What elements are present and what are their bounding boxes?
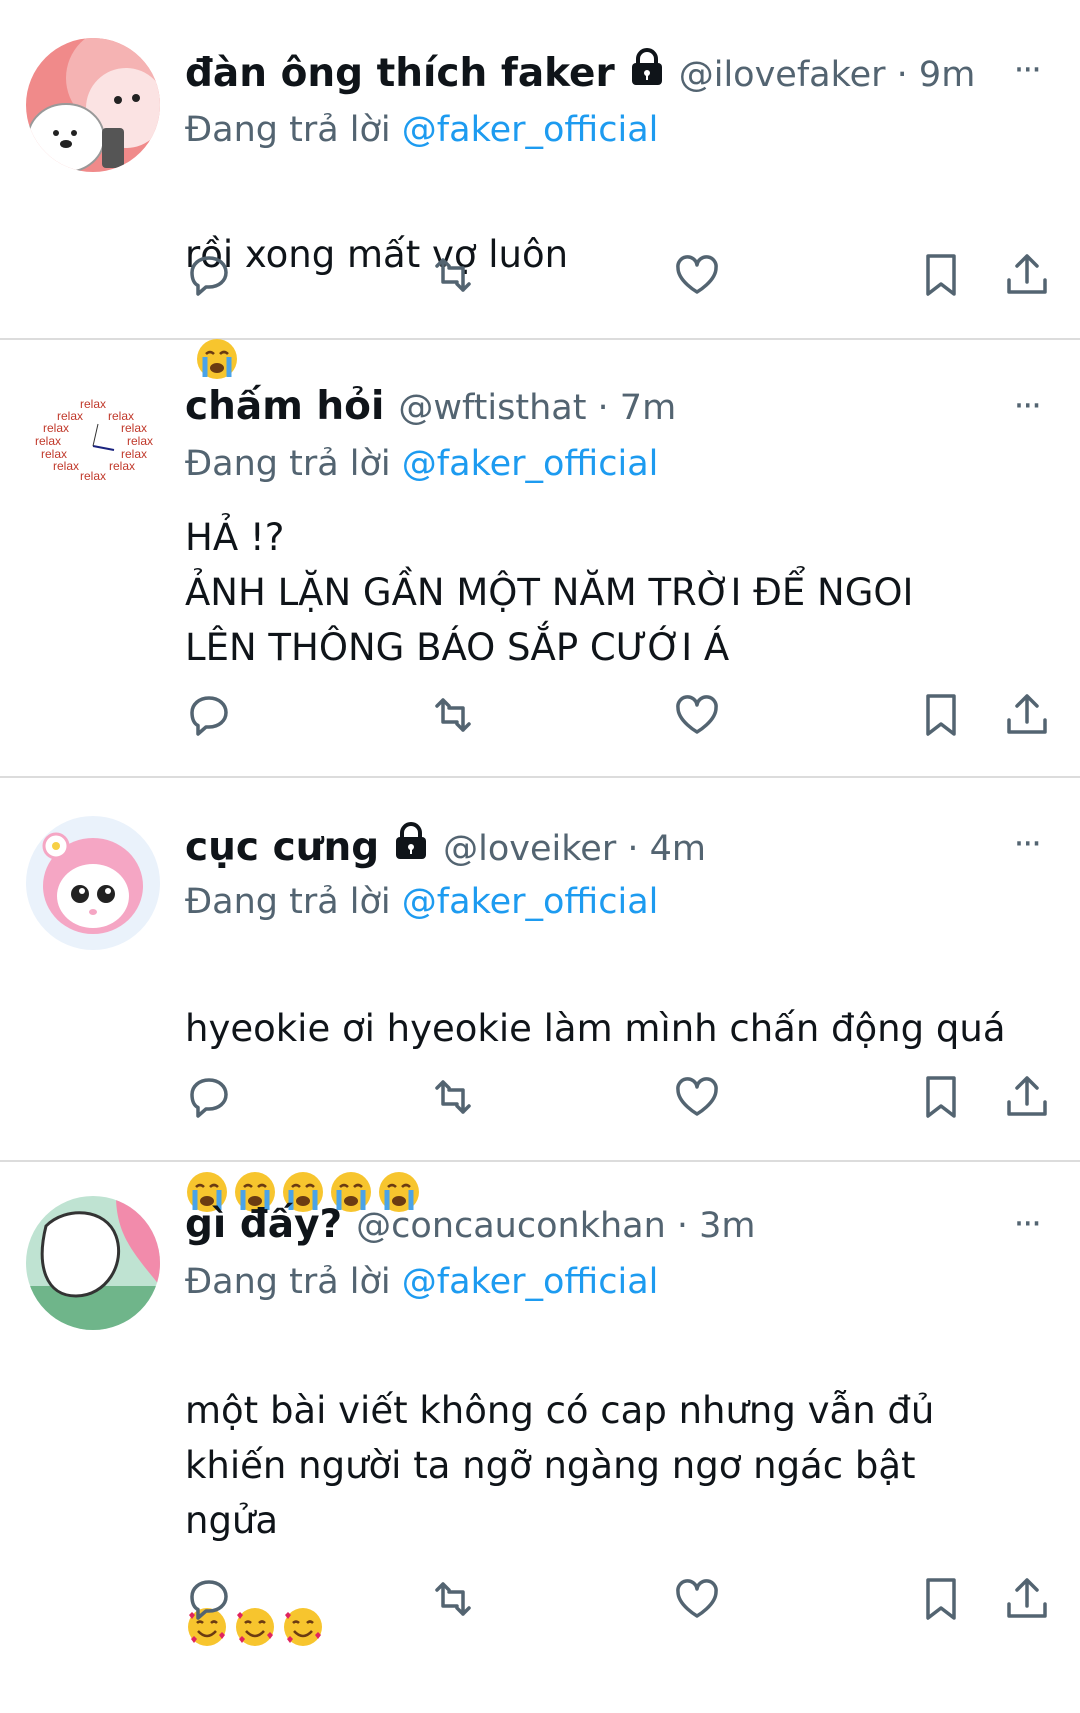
svg-text:relax: relax: [80, 469, 106, 483]
reply-mention-link[interactable]: @faker_official: [402, 1262, 659, 1302]
more-options-icon[interactable]: ···: [1014, 1204, 1042, 1244]
tweet-header: chấm hỏi @wftisthat · 7m: [185, 384, 970, 429]
svg-text:relax: relax: [53, 459, 79, 473]
replying-to: Đang trả lời @faker_official: [185, 1262, 658, 1302]
retweet-icon[interactable]: [428, 690, 478, 740]
svg-text:relax: relax: [43, 421, 69, 435]
handle-and-time[interactable]: @wftisthat · 7m: [398, 388, 676, 428]
svg-text:relax: relax: [80, 397, 106, 411]
tweet-text: hyeokie ơi hyeokie làm mình chấn động qu…: [185, 1007, 1006, 1050]
display-name[interactable]: đàn ông thích faker: [185, 51, 615, 96]
svg-text:relax: relax: [127, 434, 153, 448]
tweet[interactable]: cục cưng @loveiker · 4m ··· Đang trả lời…: [0, 778, 1080, 1212]
like-icon[interactable]: [672, 690, 722, 740]
bookmark-icon[interactable]: [916, 690, 966, 740]
handle-and-time[interactable]: @concauconkhan · 3m: [356, 1206, 755, 1246]
display-name[interactable]: chấm hỏi: [185, 384, 384, 429]
share-icon[interactable]: [1002, 250, 1052, 300]
avatar[interactable]: relax relax relax relax relax relax relax r…: [26, 380, 160, 514]
tweet[interactable]: gì đấy? @concauconkhan · 3m ··· Đang trả…: [0, 1162, 1080, 1658]
reply-mention-link[interactable]: @faker_official: [402, 444, 659, 484]
display-name[interactable]: cục cưng: [185, 825, 379, 870]
reply-prefix: Đang trả lời: [185, 110, 391, 150]
bookmark-icon[interactable]: [916, 1574, 966, 1624]
tweet[interactable]: đàn ông thích faker @ilovefaker · 9m ···…: [0, 0, 1080, 379]
tweet[interactable]: relax relax relax relax relax relax relax r…: [0, 340, 1080, 778]
svg-text:relax: relax: [35, 434, 61, 448]
lock-icon: [393, 822, 429, 860]
action-bar: [0, 690, 1080, 746]
reply-prefix: Đang trả lời: [185, 444, 391, 484]
reply-prefix: Đang trả lời: [185, 1262, 391, 1302]
avatar[interactable]: [26, 38, 160, 172]
share-icon[interactable]: [1002, 1574, 1052, 1624]
more-options-icon[interactable]: ···: [1014, 386, 1042, 426]
reply-mention-link[interactable]: @faker_official: [402, 110, 659, 150]
avatar[interactable]: [26, 1196, 160, 1330]
action-bar: [0, 1574, 1080, 1630]
retweet-icon[interactable]: [428, 250, 478, 300]
reply-icon[interactable]: [184, 250, 234, 300]
action-bar: [0, 250, 1080, 306]
reply-icon[interactable]: [184, 1072, 234, 1122]
reply-mention-link[interactable]: @faker_official: [402, 882, 659, 922]
share-icon[interactable]: [1002, 690, 1052, 740]
replying-to: Đang trả lời @faker_official: [185, 444, 658, 484]
more-options-icon[interactable]: ···: [1014, 50, 1042, 90]
share-icon[interactable]: [1002, 1072, 1052, 1122]
reply-prefix: Đang trả lời: [185, 882, 391, 922]
handle-and-time[interactable]: @ilovefaker · 9m: [679, 55, 976, 95]
reply-icon[interactable]: [184, 1574, 234, 1624]
action-bar: [0, 1072, 1080, 1128]
handle-and-time[interactable]: @loveiker · 4m: [443, 829, 706, 869]
avatar[interactable]: [26, 816, 160, 950]
svg-text:relax: relax: [121, 421, 147, 435]
like-icon[interactable]: [672, 1574, 722, 1624]
tweet-text-block: một bài viết không có cap nhưng vẫn đủ k…: [185, 1328, 1050, 1713]
reply-icon[interactable]: [184, 690, 234, 740]
replying-to: Đang trả lời @faker_official: [185, 882, 658, 922]
tweet-header: đàn ông thích faker @ilovefaker · 9m: [185, 48, 975, 96]
display-name[interactable]: gì đấy?: [185, 1202, 342, 1247]
tweet-header: cục cưng @loveiker · 4m: [185, 822, 970, 870]
bookmark-icon[interactable]: [916, 250, 966, 300]
svg-text:relax: relax: [109, 459, 135, 473]
replying-to: Đang trả lời @faker_official: [185, 110, 658, 150]
lock-icon: [629, 48, 665, 86]
retweet-icon[interactable]: [428, 1574, 478, 1624]
tweet-text: một bài viết không có cap nhưng vẫn đủ k…: [185, 1389, 935, 1542]
like-icon[interactable]: [672, 1072, 722, 1122]
tweet-header: gì đấy? @concauconkhan · 3m: [185, 1202, 970, 1247]
bookmark-icon[interactable]: [916, 1072, 966, 1122]
like-icon[interactable]: [672, 250, 722, 300]
reply-feed: đàn ông thích faker @ilovefaker · 9m ···…: [0, 0, 1080, 1658]
retweet-icon[interactable]: [428, 1072, 478, 1122]
tweet-text: HẢ !? ẢNH LẶN GẦN MỘT NĂM TRỜI ĐỂ NGOI L…: [185, 516, 914, 669]
more-options-icon[interactable]: ···: [1014, 824, 1042, 864]
